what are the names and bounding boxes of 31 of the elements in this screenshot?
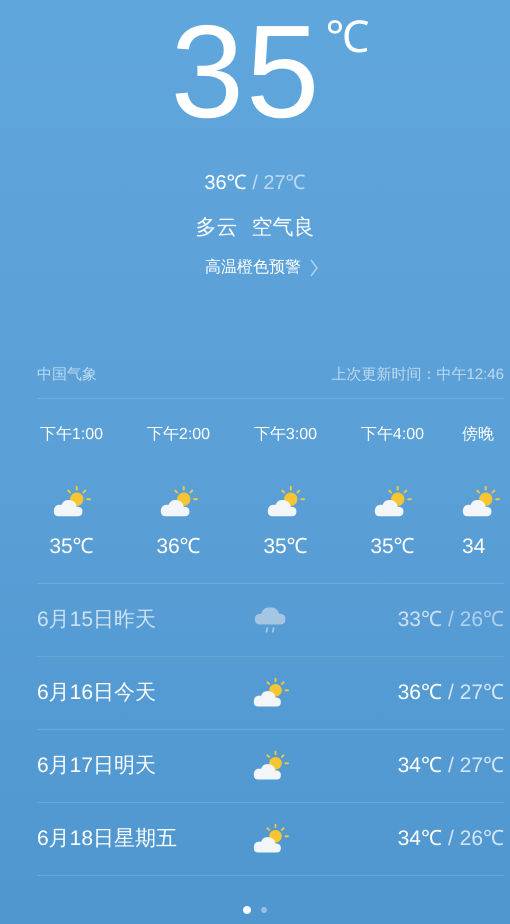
hour-label: 下午3:00 xyxy=(254,425,318,445)
data-source: 中国气象 xyxy=(37,364,97,384)
hour-label: 下午2:00 xyxy=(146,425,210,445)
update-time: 上次更新时间：中午12:46 xyxy=(331,364,504,384)
low-temperature: / 26℃ xyxy=(448,826,504,852)
current-temperature: 35 xyxy=(170,6,322,138)
high-temperature: 33℃ xyxy=(398,606,442,633)
low-temperature: / 27℃ xyxy=(448,752,504,779)
weather-condition: 多云 xyxy=(196,215,238,241)
high-low-temperature: 36℃ / 27℃ xyxy=(204,171,306,196)
high-temperature: 34℃ xyxy=(398,752,442,779)
hour-temperature: 36℃ xyxy=(156,534,201,560)
hour-temperature: 35℃ xyxy=(370,534,415,560)
day-date: 6月18日星期五 xyxy=(37,826,178,852)
chevron-right-icon xyxy=(309,258,319,278)
hour-temperature: 35℃ xyxy=(49,534,94,560)
hour-temperature: 35℃ xyxy=(263,534,308,560)
air-quality: 空气良 xyxy=(252,215,314,241)
hour-label: 傍晚 xyxy=(462,425,494,445)
hour-label: 下午1:00 xyxy=(40,425,104,445)
hour-temperature: 34 xyxy=(462,534,486,560)
day-date: 6月16日今天 xyxy=(37,680,158,706)
day-date: 6月17日明天 xyxy=(37,752,158,779)
temperature-unit: ℃ xyxy=(325,16,370,60)
high-temperature: 36℃ xyxy=(398,680,442,706)
day-date: 6月15日昨天 xyxy=(37,606,158,633)
low-temperature: / 27℃ xyxy=(448,680,504,706)
hour-label: 下午4:00 xyxy=(360,425,424,445)
high-temperature: 34℃ xyxy=(398,826,442,852)
low-temperature: / 26℃ xyxy=(448,606,504,633)
alert-link[interactable]: 高温橙色预警 xyxy=(205,256,319,280)
